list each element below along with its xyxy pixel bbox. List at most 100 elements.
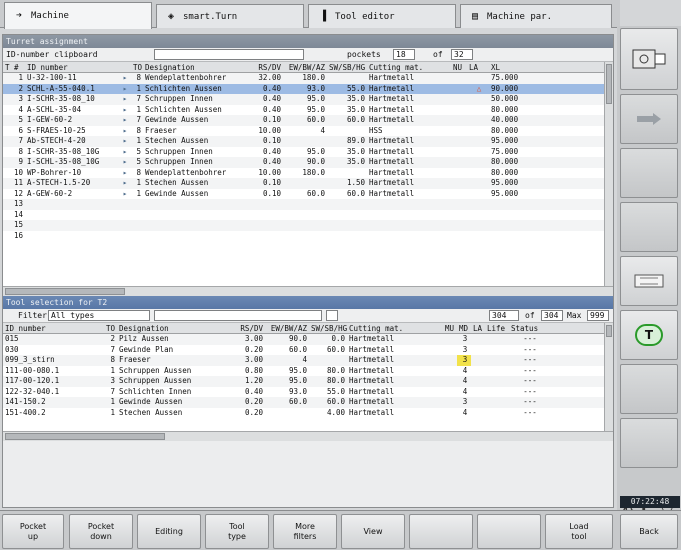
table-row[interactable]: 9 I-SCHL-35-08_10G ▸ 5 Schruppen Innen 0.40 90… (3, 157, 613, 168)
table-cell (451, 220, 467, 231)
table-cell (451, 157, 467, 168)
table-cell: 3 (462, 344, 468, 354)
main-panel: Turret assignment ID-number clipboard po… (2, 34, 614, 508)
svg-text:T: T (645, 328, 654, 342)
of-label: of (433, 50, 443, 59)
list-item[interactable]: 141-150.2 1 Gewinde Aussen 0.20 60.0 60.0 Hart… (3, 397, 613, 408)
selection-hscrollbar[interactable] (3, 431, 613, 441)
arrow-button[interactable] (620, 94, 678, 144)
tab-machine-par[interactable]: ▤ Machine par. (460, 4, 612, 28)
filter-field[interactable]: All types (48, 310, 150, 321)
list-item[interactable]: 117-00-120.1 3 Schruppen Aussen 1.20 95.0 80.… (3, 376, 613, 387)
table-row[interactable]: 14 (3, 210, 613, 221)
table-row[interactable]: 10 WP-Bohrer-10 ▸ 8 Wendeplattenbohrer 10.00 1… (3, 168, 613, 179)
table-cell: Hartmetall (369, 157, 415, 166)
more-filters-button[interactable]: More filters (273, 514, 337, 549)
col-header: Cutting mat. (349, 324, 404, 333)
softkey-empty-2[interactable] (477, 514, 541, 549)
list-item[interactable]: 122-32-040.1 7 Schlichten Innen 0.40 93.0 55.… (3, 387, 613, 398)
pocket-up-button[interactable]: Pocket up (2, 514, 64, 549)
table-row[interactable]: 8 I-SCHR-35-08_10G ▸ 5 Schruppen Innen 0.40 95… (3, 147, 613, 158)
table-cell: Gewinde Aussen (145, 115, 209, 124)
table-cell: 3.00 (244, 334, 263, 343)
table-cell: Hartmetall (369, 104, 415, 114)
col-header (117, 62, 131, 72)
table-cell (471, 334, 485, 345)
table-cell: Hartmetall (349, 334, 395, 343)
table-row[interactable]: 4 A-SCHL-35-04 ▸ 1 Schlichten Aussen 0.40 95.0… (3, 105, 613, 116)
list-item[interactable]: 030 7 Gewinde Plan 0.20 60.0 60.0 Hartmetall 3 -… (3, 345, 613, 356)
table-cell: 0.80 (244, 365, 263, 375)
table-cell: 099_3_stirn (5, 355, 55, 364)
table-cell: I-SCHL-35-08_10G (27, 157, 100, 166)
table-cell (467, 126, 489, 137)
sidebar-empty-button[interactable] (620, 418, 678, 468)
table-cell: 35.0 (346, 146, 365, 156)
table-row[interactable]: 5 I-GEW-60-2 ▸ 7 Gewinde Aussen 0.10 60.0 60.0 H… (3, 115, 613, 126)
table-row[interactable]: 3 I-SCHR-35-08_10 ▸ 7 Schruppen Innen 0.40 95.… (3, 94, 613, 105)
sidebar-empty-button[interactable] (620, 364, 678, 414)
table-cell: 8 (110, 355, 115, 364)
table-row[interactable]: 11 A-STECH-1.5-20 ▸ 1 Stechen Aussen 0.10 1.50… (3, 178, 613, 189)
col-header: MD (459, 324, 469, 333)
max-label: Max (567, 311, 582, 320)
tab-tool-editor[interactable]: ▐ Tool editor (308, 4, 456, 28)
col-header: SW/SB/HG (311, 324, 347, 333)
turret-scrollbar[interactable] (604, 62, 613, 286)
turret-hscrollbar[interactable] (3, 286, 613, 296)
table-row[interactable]: 2 SCHL-A-55-040.1 ▸ 1 Schlichten Aussen 0.40 9… (3, 83, 613, 94)
filter-extra-field[interactable] (154, 310, 322, 321)
clock: 07:22:48 (620, 496, 680, 508)
table-row[interactable]: 15 (3, 220, 613, 231)
tab-smart-turn[interactable]: ◈ smart.Turn (156, 4, 304, 28)
col-header: ID number (27, 63, 68, 72)
list-item[interactable]: 015 2 Pilz Aussen 3.00 90.0 0.0 Hartmetall 3 --- (3, 334, 613, 345)
tool-t-button[interactable]: T (620, 310, 678, 360)
table-cell: Hartmetall (369, 94, 415, 103)
filter-toggle[interactable] (326, 310, 338, 321)
turret-view-button[interactable] (620, 28, 678, 90)
table-cell (467, 178, 489, 189)
sidebar-empty-button[interactable] (620, 202, 678, 252)
view-button[interactable]: View (341, 514, 405, 549)
table-cell (485, 397, 509, 408)
table-cell (327, 220, 367, 231)
back-button[interactable]: Back (620, 514, 678, 549)
table-cell (485, 408, 509, 419)
selection-scrollbar[interactable] (604, 323, 613, 431)
table-row[interactable]: 13 (3, 199, 613, 210)
table-cell: 1.50 (346, 178, 365, 187)
table-cell: 89.0 (346, 136, 365, 145)
table-row[interactable]: 16 (3, 231, 613, 242)
table-cell: 50.000 (491, 94, 519, 103)
editing-button[interactable]: Editing (137, 514, 201, 549)
sidebar-empty-button[interactable] (620, 148, 678, 198)
table-row[interactable]: 7 Ab-STECH-4-20 ▸ 1 Stechen Aussen 0.10 89.0 Ha… (3, 136, 613, 147)
clipboard-field[interactable] (154, 49, 304, 60)
tool-type-icon: ▸ (122, 115, 128, 124)
selection-header: ID number TO Designation RS/DV EW/BW/AZ … (3, 323, 613, 334)
tab-machine[interactable]: ➔ Machine (4, 2, 152, 29)
turret-rows: 1 U-32-100-11 ▸ 8 Wendeplattenbohrer 32.00 180… (3, 73, 613, 241)
table-cell: 35.0 (346, 157, 365, 166)
table-row[interactable]: 6 S-FRAES-10-25 ▸ 8 Fraeser 10.00 4 HSS 80.000 (3, 126, 613, 137)
pocket-down-button[interactable]: Pocket down (69, 514, 133, 549)
softkey-empty-1[interactable] (409, 514, 473, 549)
horizontal-softkey-bar: Pocket up Pocket down Editing Tool type … (0, 510, 681, 550)
table-cell: Schruppen Aussen (119, 376, 192, 385)
table-cell: 60.0 (288, 344, 307, 354)
table-row[interactable]: 12 A-GEW-60-2 ▸ 1 Gewinde Aussen 0.10 60.0 60.0… (3, 189, 613, 200)
table-cell (451, 115, 467, 126)
table-row[interactable]: 1 U-32-100-11 ▸ 8 Wendeplattenbohrer 32.00 180… (3, 73, 613, 84)
load-tool-button[interactable]: Load tool (545, 514, 613, 549)
table-cell: Hartmetall (349, 407, 395, 417)
list-item[interactable]: 111-00-080.1 1 Schruppen Aussen 0.80 95.0 80.… (3, 366, 613, 377)
tool-holder-button[interactable] (620, 256, 678, 306)
tool-type-button[interactable]: Tool type (205, 514, 269, 549)
arrow-right-icon (637, 113, 661, 125)
list-item[interactable]: 151-400.2 1 Stechen Aussen 0.20 4.00 Hartmeta… (3, 408, 613, 419)
max-value[interactable]: 999 (587, 310, 609, 321)
list-item[interactable]: 099_3_stirn 8 Fraeser 3.00 4 Hartmetall 3 --- (3, 355, 613, 366)
table-cell: Schlichten Innen (119, 386, 192, 396)
table-cell: Gewinde Aussen (119, 397, 183, 406)
